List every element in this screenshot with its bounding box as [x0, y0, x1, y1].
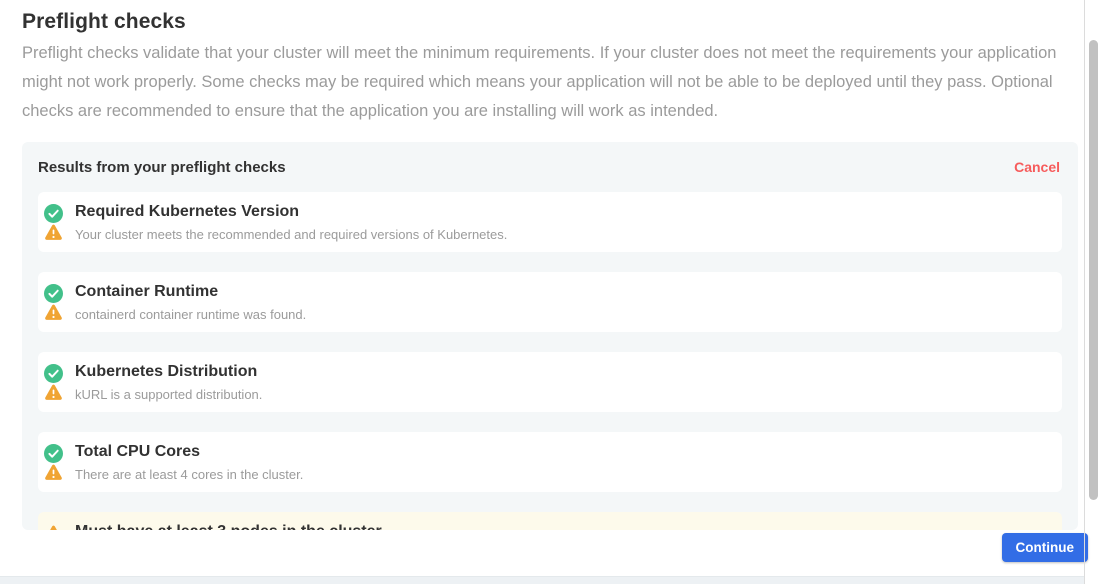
check-row: Total CPU Cores There are at least 4 cor…	[38, 432, 1062, 492]
vertical-scrollbar-thumb[interactable]	[1089, 40, 1098, 500]
panel-header: Results from your preflight checks Cance…	[38, 158, 1062, 176]
check-message: containerd container runtime was found.	[75, 307, 1050, 322]
check-circle-icon	[44, 444, 63, 463]
check-row: Required Kubernetes Version Your cluster…	[38, 192, 1062, 252]
check-row: Must have at least 3 nodes in the cluste…	[38, 512, 1062, 530]
check-row: Kubernetes Distribution kURL is a suppor…	[38, 352, 1062, 412]
content-right-divider	[1084, 0, 1085, 584]
check-title: Must have at least 3 nodes in the cluste…	[75, 522, 1050, 530]
check-message: Your cluster meets the recommended and r…	[75, 227, 1050, 242]
check-title: Total CPU Cores	[75, 442, 1050, 462]
check-message: There are at least 4 cores in the cluste…	[75, 467, 1050, 482]
bottom-edge-band	[0, 576, 1084, 584]
check-title: Kubernetes Distribution	[75, 362, 1050, 382]
warning-triangle-icon	[44, 524, 63, 530]
check-circle-icon	[44, 364, 63, 383]
continue-button[interactable]: Continue	[1002, 533, 1089, 562]
check-message: kURL is a supported distribution.	[75, 387, 1050, 402]
check-title: Required Kubernetes Version	[75, 202, 1050, 222]
check-circle-icon	[44, 204, 63, 223]
cancel-button[interactable]: Cancel	[1014, 159, 1062, 175]
check-list: Required Kubernetes Version Your cluster…	[38, 192, 1062, 530]
panel-title: Results from your preflight checks	[38, 159, 286, 176]
preflight-results-panel: Results from your preflight checks Cance…	[22, 142, 1078, 530]
check-row: Container Runtime containerd container r…	[38, 272, 1062, 332]
check-title: Container Runtime	[75, 282, 1050, 302]
check-circle-icon	[44, 284, 63, 303]
page-content: Preflight checks Preflight checks valida…	[22, 0, 1078, 126]
page-title: Preflight checks	[22, 9, 1078, 35]
page-description: Preflight checks validate that your clus…	[22, 39, 1064, 126]
